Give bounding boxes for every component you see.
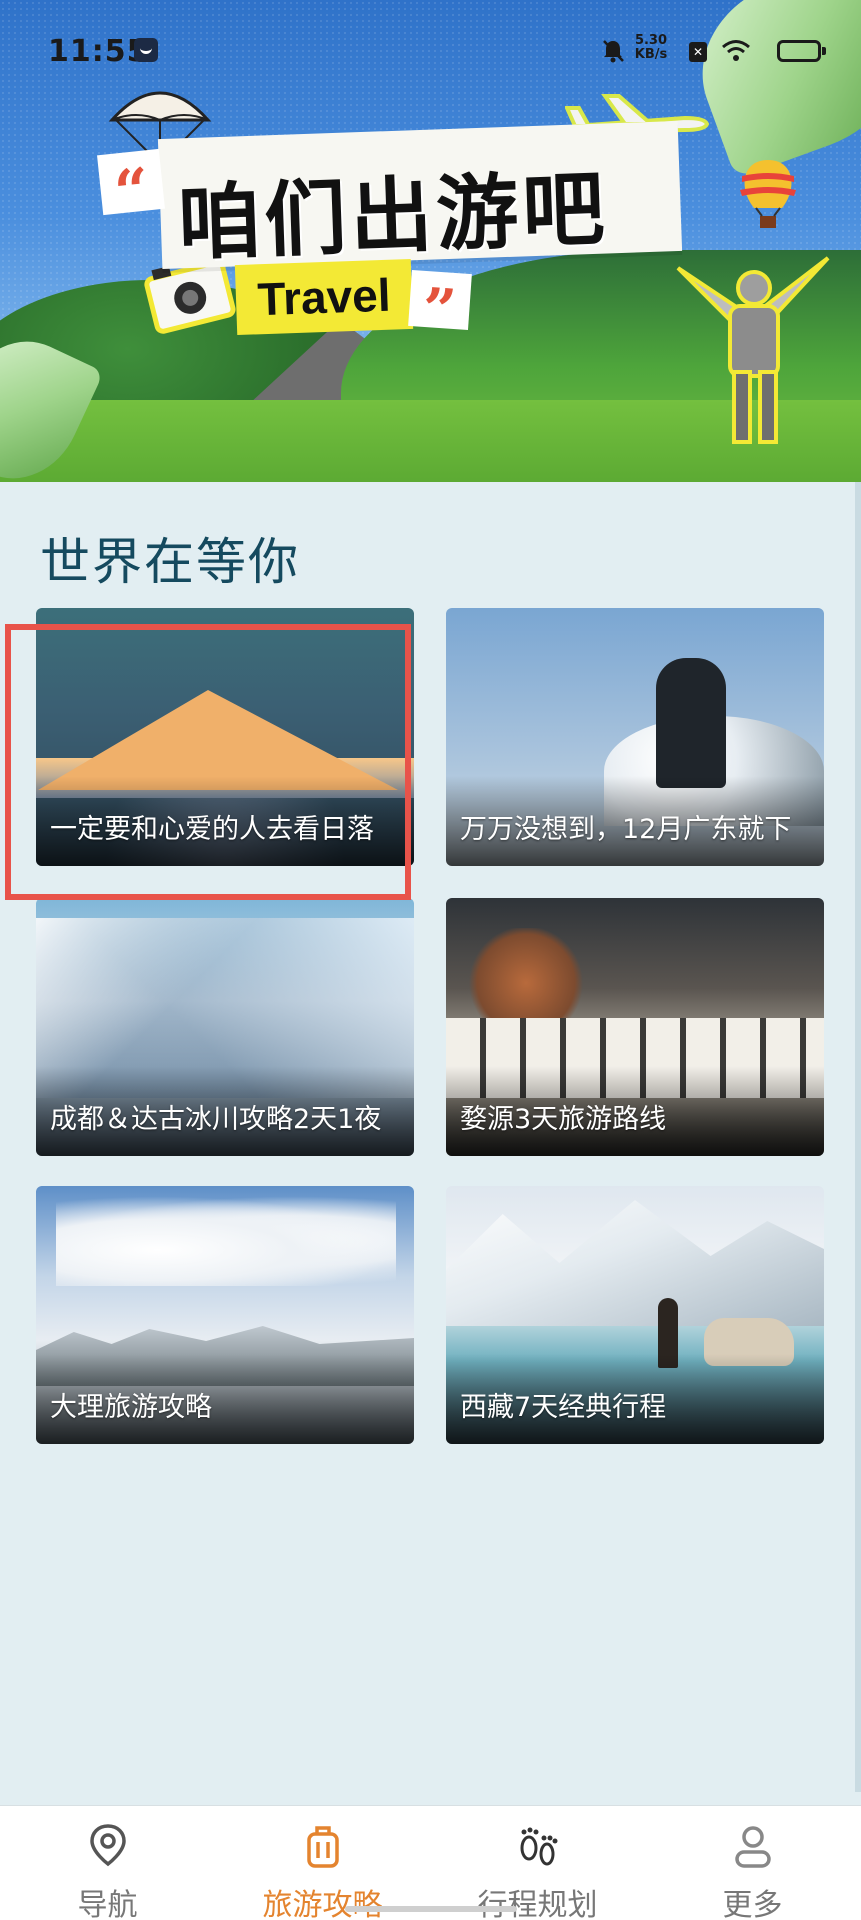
guide-card-dali[interactable]: 大理旅游攻略 [36,1186,414,1444]
card-caption: 婺源3天旅游路线 [460,1104,667,1135]
guide-card-guangdong-snow[interactable]: 万万没想到，12月广东就下 [446,608,824,866]
nav-tab-navigation[interactable]: 导航 [0,1806,215,1920]
card-caption: 大理旅游攻略 [50,1392,212,1423]
nav-label: 旅游攻略 [262,1888,383,1920]
scrollbar-track [855,482,861,1792]
guide-card-dagu-glacier[interactable]: 成都＆达古冰川攻略2天1夜 [36,898,414,1156]
quote-close-mark: ” [408,269,472,345]
nav-tab-travel-guide[interactable]: 旅游攻略 [215,1806,430,1920]
card-caption: 一定要和心爱的人去看日落 [50,814,374,845]
user-icon [735,1826,771,1868]
status-icons: 5.30 KB/s ✕ [581,34,826,68]
card-scenery [656,658,726,788]
nav-label: 导航 [77,1888,138,1920]
footprints-icon [520,1827,558,1866]
location-pin-icon [90,1824,126,1867]
card-caption: 西藏7天经典行程 [460,1392,667,1423]
quote-open-mark: “ [97,148,165,229]
card-scenery [38,690,398,790]
home-indicator[interactable] [345,1906,517,1912]
card-scenery [446,1200,824,1326]
guide-card-sunset[interactable]: 一定要和心爱的人去看日落 [36,608,414,866]
hot-air-balloon-icon [740,160,796,228]
hero-banner: 11:55 5.30 KB/s ✕ “ 咱们出游吧 Travel ” [0,0,861,482]
card-caption: 成都＆达古冰川攻略2天1夜 [50,1104,382,1135]
notification-app-icon [134,38,158,62]
mute-bell-icon [603,40,624,63]
nav-label: 行程规划 [477,1888,598,1920]
section-title: 世界在等你 [40,533,300,591]
bottom-nav: 导航 旅游攻略 行程规划 更多 [0,1805,861,1920]
sim-card-icon: ✕ [689,42,707,62]
nav-tab-more[interactable]: 更多 [645,1806,860,1920]
travel-tag: Travel [234,258,414,336]
suitcase-icon [307,1826,339,1868]
guide-card-tibet[interactable]: 西藏7天经典行程 [446,1186,824,1444]
banner-title: 咱们出游吧 [176,162,610,273]
battery-icon [777,40,826,62]
traveler-icon [676,256,830,444]
wifi-icon [722,40,750,61]
network-speed: 5.30 KB/s [629,34,673,62]
nav-label: 更多 [722,1888,783,1920]
guide-card-wuyuan[interactable]: 婺源3天旅游路线 [446,898,824,1156]
network-speed-value: 5.30 [634,33,668,48]
card-caption: 万万没想到，12月广东就下 [460,814,792,845]
card-scenery [56,1196,396,1286]
network-speed-unit: KB/s [634,47,668,62]
nav-tab-itinerary[interactable]: 行程规划 [430,1806,645,1920]
